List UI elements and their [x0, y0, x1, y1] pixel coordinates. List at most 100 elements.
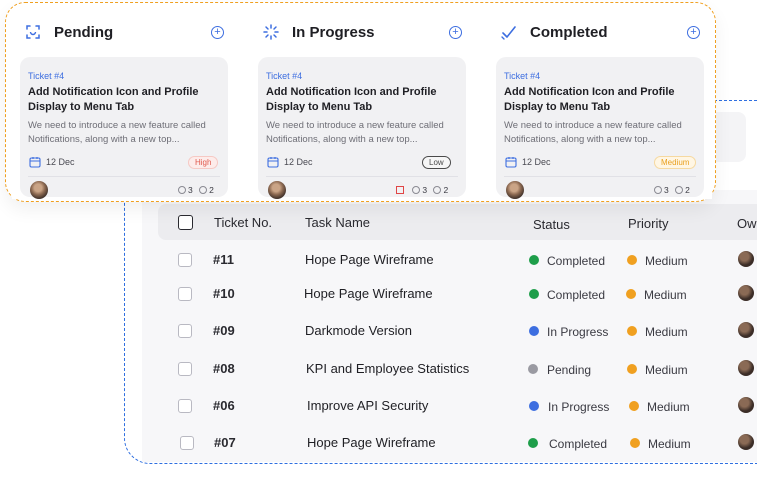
owner-avatar[interactable]	[738, 434, 754, 450]
table-row[interactable]: #06 Improve API Security In Progress Med…	[158, 388, 757, 424]
attachment-icon	[412, 186, 421, 194]
comment-icon	[433, 186, 442, 194]
priority-text: Medium	[648, 437, 691, 451]
card-title: Add Notification Icon and Profile Displa…	[504, 86, 675, 113]
status-text: Completed	[549, 437, 608, 451]
calendar-icon	[29, 157, 41, 168]
priority-dot	[626, 289, 636, 299]
status-dot	[529, 326, 539, 336]
status-text: Pending	[547, 363, 592, 377]
ticket-number: Ticket #4	[28, 71, 65, 81]
ticket-id: #10	[213, 286, 235, 301]
header-status[interactable]: Status	[533, 217, 570, 232]
ticket-number: Ticket #4	[504, 71, 541, 81]
assignee-avatar[interactable]	[30, 181, 48, 199]
table-row[interactable]: #09 Darkmode Version In Progress Medium	[158, 313, 757, 349]
priority-badge: Medium	[654, 156, 697, 169]
priority-text: Medium	[645, 325, 688, 339]
column-in-progress: In Progress + Ticket #4 Add Notification…	[250, 13, 474, 199]
kanban-board: Pending + Ticket #4 Add Notification Ico…	[5, 2, 716, 202]
ticket-number: Ticket #4	[266, 71, 303, 81]
row-checkbox[interactable]	[178, 253, 192, 267]
attachment-count: 3	[188, 185, 193, 195]
attachment-count: 3	[664, 185, 669, 195]
header-ticket-no[interactable]: Ticket No.	[214, 215, 272, 230]
priority-text: Medium	[645, 363, 688, 377]
priority-dot	[630, 438, 640, 448]
ticket-id: #07	[214, 435, 236, 450]
priority-badge: High	[188, 156, 219, 169]
status-text: Completed	[547, 288, 606, 302]
ticket-id: #09	[213, 323, 235, 338]
add-task-button[interactable]: +	[687, 26, 700, 39]
attachment-icon	[654, 186, 662, 194]
due-date: 12 Dec	[46, 157, 75, 167]
ticket-id: #08	[213, 361, 235, 376]
dashed-circle-icon	[26, 25, 40, 39]
card-description: We need to introduce a new feature calle…	[28, 120, 206, 145]
column-header: Completed +	[488, 13, 712, 53]
owner-avatar[interactable]	[738, 360, 754, 376]
priority-dot	[627, 255, 637, 265]
card-description: We need to introduce a new feature calle…	[504, 120, 682, 145]
comment-count: 2	[209, 185, 214, 195]
status-dot	[529, 401, 539, 411]
priority-text: Medium	[647, 400, 690, 414]
column-header: In Progress +	[250, 13, 474, 53]
task-name: KPI and Employee Statistics	[306, 361, 470, 376]
row-checkbox[interactable]	[178, 287, 192, 301]
card-divider	[504, 176, 696, 177]
check-icon	[501, 26, 516, 40]
owner-avatar[interactable]	[738, 397, 754, 413]
card-meta: 3 2	[654, 185, 690, 195]
row-checkbox[interactable]	[180, 436, 194, 450]
header-priority[interactable]: Priority	[628, 216, 668, 231]
status-dot	[528, 438, 538, 448]
comment-icon	[199, 186, 208, 194]
select-all-checkbox[interactable]	[178, 215, 193, 230]
column-title: In Progress	[292, 24, 375, 41]
table-row[interactable]: #07 Hope Page Wireframe Completed Medium	[158, 425, 757, 461]
card-divider	[28, 176, 220, 177]
table-row[interactable]: #08 KPI and Employee Statistics Pending …	[158, 351, 757, 387]
calendar-icon	[505, 157, 517, 168]
comment-count: 2	[443, 185, 449, 195]
add-task-button[interactable]: +	[211, 26, 224, 39]
task-name: Hope Page Wireframe	[305, 252, 434, 267]
priority-dot	[627, 326, 637, 336]
owner-avatar[interactable]	[738, 322, 754, 338]
flag-icon	[396, 186, 404, 194]
owner-avatar[interactable]	[738, 285, 754, 301]
status-text: In Progress	[548, 400, 610, 414]
task-name: Improve API Security	[307, 398, 429, 413]
column-completed: Completed + Ticket #4 Add Notification I…	[488, 13, 712, 199]
column-header: Pending +	[12, 13, 236, 53]
spinner-icon	[263, 24, 279, 40]
header-task-name[interactable]: Task Name	[305, 215, 370, 230]
priority-dot	[629, 401, 639, 411]
task-name: Hope Page Wireframe	[307, 435, 436, 450]
assignee-avatar[interactable]	[268, 181, 286, 199]
card-title: Add Notification Icon and Profile Displa…	[28, 86, 199, 113]
calendar-icon	[267, 157, 279, 168]
column-title: Completed	[530, 24, 608, 41]
comment-icon	[675, 186, 684, 194]
status-text: Completed	[547, 254, 606, 268]
card-meta: 3 2	[396, 185, 448, 195]
table-row[interactable]: #10 Hope Page Wireframe Completed Medium	[158, 276, 757, 312]
priority-badge: Low	[422, 156, 451, 169]
row-checkbox[interactable]	[178, 399, 192, 413]
header-owner[interactable]: Ow	[737, 216, 757, 231]
task-name: Darkmode Version	[305, 323, 412, 338]
table-row[interactable]: #11 Hope Page Wireframe Completed Medium	[158, 242, 757, 278]
card-description: We need to introduce a new feature calle…	[266, 120, 444, 145]
row-checkbox[interactable]	[178, 362, 192, 376]
card-title: Add Notification Icon and Profile Displa…	[266, 86, 437, 113]
row-checkbox[interactable]	[178, 324, 192, 338]
owner-avatar[interactable]	[738, 251, 754, 267]
comment-count: 2	[685, 185, 690, 195]
card-meta: 3 2	[178, 185, 214, 195]
add-task-button[interactable]: +	[449, 26, 462, 39]
attachment-icon	[178, 186, 186, 194]
assignee-avatar[interactable]	[506, 181, 524, 199]
